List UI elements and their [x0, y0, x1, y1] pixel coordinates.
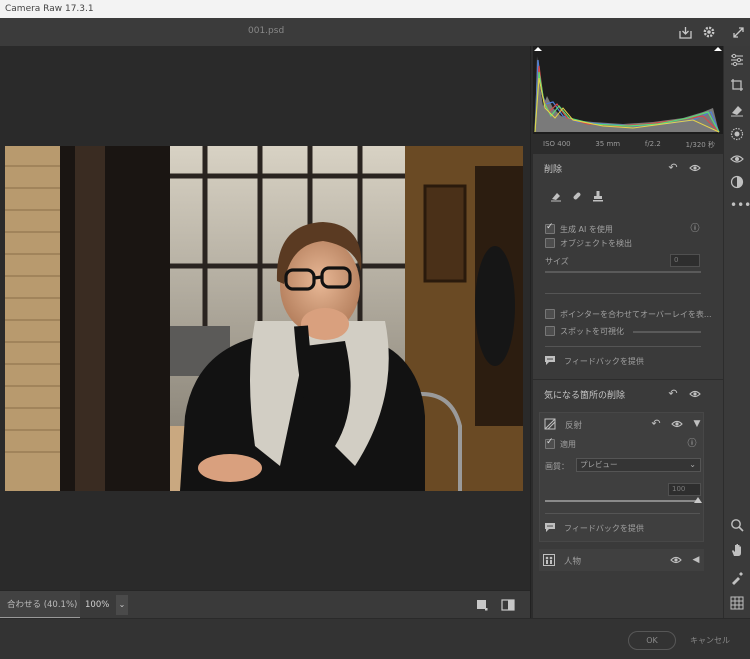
visibility-eye-icon[interactable]: [689, 162, 701, 174]
iso-value: ISO 400: [543, 140, 571, 148]
reset-icon[interactable]: ↶: [650, 418, 662, 430]
save-icon[interactable]: [676, 23, 694, 41]
tool-strip: •••: [724, 46, 750, 618]
canvas-bottom-bar: 合わせる (40.1%) 100% ⌄: [0, 590, 530, 619]
people-panel[interactable]: 人物 ◀: [539, 549, 704, 571]
file-name: 001.psd: [248, 26, 285, 36]
info-icon[interactable]: ⓘ: [689, 223, 701, 235]
chevron-down-icon: ⌄: [689, 460, 696, 469]
eraser-tool-icon[interactable]: [550, 190, 562, 202]
before-after-view-icon[interactable]: [499, 596, 517, 614]
feedback-icon[interactable]: [544, 521, 556, 533]
visibility-eye-icon[interactable]: [670, 554, 682, 566]
overlay-on-hover-checkbox[interactable]: [545, 309, 555, 319]
use-generative-ai-label: 生成 AI を使用: [560, 225, 613, 234]
remove-section-title: 削除: [544, 165, 563, 175]
apply-label: 適用: [560, 440, 576, 449]
visualize-spots-slider[interactable]: [633, 331, 701, 333]
camera-info-row: ISO 400 35 mm f/2.2 1/320 秒: [543, 140, 715, 150]
detect-objects-checkbox[interactable]: [545, 238, 555, 248]
more-options-icon[interactable]: •••: [730, 198, 750, 212]
overlay-on-hover-label: ポインターを合わせてオーバーレイを表...: [560, 310, 712, 319]
people-icon: [543, 554, 555, 566]
zoom-value-label: 100%: [85, 600, 110, 610]
hand-tool-icon[interactable]: [730, 543, 744, 557]
quality-select[interactable]: プレビュー ⌄: [576, 458, 701, 472]
remove-eraser-icon[interactable]: [730, 103, 744, 117]
color-sampler-icon[interactable]: [730, 571, 744, 585]
healing-brush-icon[interactable]: [571, 190, 583, 202]
zoom-tool-icon[interactable]: [730, 518, 744, 532]
reflection-label: 反射: [565, 421, 583, 431]
amount-slider-thumb[interactable]: [694, 497, 702, 503]
window-titlebar: Camera Raw 17.3.1: [0, 0, 750, 18]
detect-objects-label: オブジェクトを検出: [560, 239, 632, 248]
zoom-fit-button[interactable]: 合わせる (40.1%): [0, 591, 80, 619]
feedback-icon[interactable]: [544, 354, 556, 366]
zoom-dropdown-chevron-icon[interactable]: ⌄: [116, 595, 128, 615]
presets-icon[interactable]: [730, 175, 744, 189]
ok-button[interactable]: OK: [628, 631, 676, 650]
info-icon[interactable]: ⓘ: [686, 438, 698, 450]
grid-overlay-icon[interactable]: [730, 596, 744, 610]
reset-icon[interactable]: ↶: [667, 388, 679, 400]
size-slider[interactable]: [545, 271, 701, 273]
amount-slider[interactable]: [545, 500, 700, 502]
dialog-footer: OK キャンセル: [0, 618, 750, 659]
remove-section: 削除 ↶ 生成 AI を使用 ⓘ オブジェクトを検出 サイズ 0 ポインターを合…: [533, 154, 723, 379]
section-divider: [545, 513, 700, 514]
crop-icon[interactable]: [730, 78, 744, 92]
clone-stamp-icon[interactable]: [592, 190, 604, 202]
masking-icon[interactable]: [730, 127, 744, 141]
histogram: [533, 46, 723, 134]
focal-length-value: 35 mm: [595, 140, 621, 148]
zoom-fit-label: 合わせる (40.1%): [7, 600, 78, 610]
collapse-triangle-icon[interactable]: ▼: [691, 418, 703, 430]
shutter-value: 1/320 秒: [685, 141, 715, 149]
apply-checkbox[interactable]: [545, 437, 555, 449]
aperture-value: f/2.2: [644, 140, 661, 148]
visibility-eye-icon[interactable]: [689, 388, 701, 400]
cancel-button[interactable]: キャンセル: [686, 631, 734, 650]
quality-select-value: プレビュー: [580, 460, 618, 469]
amount-value-field[interactable]: 100: [668, 483, 701, 496]
size-value-field[interactable]: 0: [670, 254, 700, 267]
visualize-spots-checkbox[interactable]: [545, 326, 555, 336]
section-divider: [545, 346, 701, 347]
use-generative-ai-checkbox[interactable]: [545, 222, 555, 234]
window-title: Camera Raw 17.3.1: [5, 4, 94, 14]
reset-icon[interactable]: ↶: [667, 162, 679, 174]
people-label: 人物: [564, 557, 582, 567]
edit-sliders-icon[interactable]: [730, 53, 744, 67]
visibility-eye-icon[interactable]: [671, 418, 683, 430]
top-toolbar: 001.psd: [0, 18, 750, 46]
quality-label: 画質：: [545, 462, 569, 471]
settings-gear-icon[interactable]: [700, 23, 718, 41]
edit-panel: ISO 400 35 mm f/2.2 1/320 秒 削除 ↶ 生成 AI を…: [530, 46, 724, 618]
photo-preview[interactable]: [5, 146, 523, 491]
zoom-100-button[interactable]: 100%: [80, 591, 116, 619]
red-eye-icon[interactable]: [730, 152, 744, 166]
fullscreen-icon[interactable]: [729, 23, 747, 41]
image-canvas[interactable]: [0, 46, 530, 590]
feedback-link[interactable]: フィードバックを提供: [564, 523, 644, 534]
visualize-spots-label: スポットを可視化: [560, 327, 624, 336]
reflection-panel: 反射 ↶ ▼ 適用 ⓘ 画質： プレビュー ⌄ 100 フィードバックを提供: [539, 412, 704, 542]
single-view-icon[interactable]: [473, 596, 491, 614]
reflection-icon: [544, 418, 556, 430]
feedback-link[interactable]: フィードバックを提供: [564, 356, 644, 367]
distraction-removal-title: 気になる箇所の削除: [544, 391, 626, 401]
section-divider: [545, 293, 701, 294]
expand-triangle-icon[interactable]: ◀: [690, 554, 702, 566]
size-label: サイズ: [545, 257, 569, 266]
